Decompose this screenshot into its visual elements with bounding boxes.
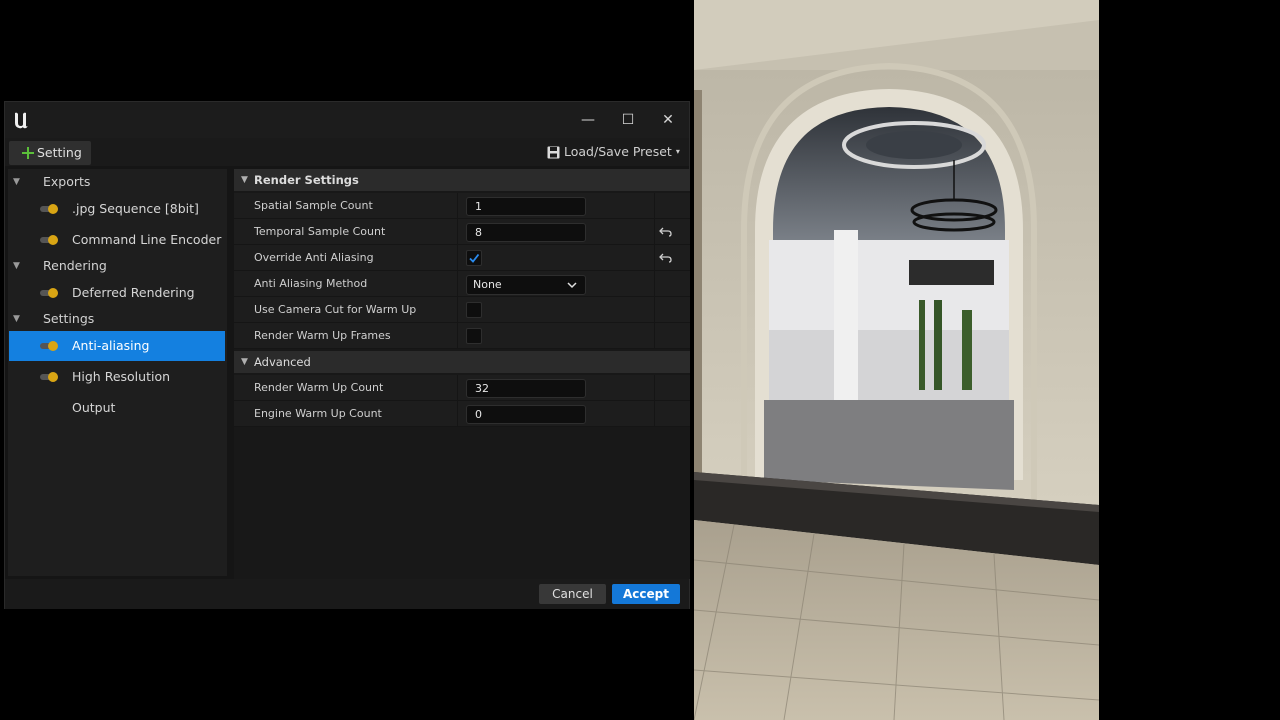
- collapse-triangle-icon: ▼: [241, 175, 248, 185]
- viewport-render-image: [694, 0, 1099, 720]
- movie-render-settings-dialog: — ☐ ✕ Setting Load/Save Preset ▾ ▼ Expor…: [4, 101, 690, 609]
- tree-item-jpg-sequence[interactable]: .jpg Sequence [8bit]: [9, 194, 225, 224]
- toggle-icon[interactable]: [40, 341, 60, 351]
- accept-button[interactable]: Accept: [612, 584, 680, 604]
- row-anti-aliasing-method: Anti Aliasing Method None: [234, 271, 690, 297]
- tree-item-deferred-rendering[interactable]: Deferred Rendering: [9, 278, 225, 308]
- load-save-preset-button[interactable]: Load/Save Preset ▾: [547, 141, 680, 163]
- collapse-triangle-icon: ▼: [13, 314, 20, 324]
- maximize-button[interactable]: ☐: [616, 110, 640, 130]
- toggle-icon[interactable]: [40, 372, 60, 382]
- tree-item-output[interactable]: Output: [9, 393, 225, 423]
- reset-to-default-icon[interactable]: [659, 225, 673, 239]
- level-viewport[interactable]: [694, 0, 1099, 720]
- row-engine-warm-up-count: Engine Warm Up Count 0: [234, 401, 690, 427]
- dialog-footer: Cancel Accept: [5, 579, 689, 609]
- use-camera-cut-checkbox[interactable]: [466, 302, 482, 318]
- screen: — ☐ ✕ Setting Load/Save Preset ▾ ▼ Expor…: [0, 0, 1280, 720]
- row-use-camera-cut: Use Camera Cut for Warm Up: [234, 297, 690, 323]
- toggle-icon[interactable]: [40, 235, 60, 245]
- reset-to-default-icon[interactable]: [659, 251, 673, 265]
- render-warm-up-count-input[interactable]: 32: [466, 379, 586, 398]
- chevron-down-icon: ▾: [675, 147, 680, 156]
- title-bar[interactable]: — ☐ ✕: [5, 102, 689, 138]
- unreal-engine-logo-icon: [10, 109, 32, 131]
- toggle-icon[interactable]: [40, 288, 60, 298]
- anti-aliasing-method-value: None: [473, 278, 502, 291]
- chevron-down-icon: [567, 282, 577, 289]
- override-anti-aliasing-checkbox[interactable]: [466, 250, 482, 266]
- cancel-button[interactable]: Cancel: [539, 584, 606, 604]
- collapse-triangle-icon: ▼: [241, 357, 248, 367]
- anti-aliasing-method-select[interactable]: None: [466, 275, 586, 295]
- add-setting-button[interactable]: Setting: [9, 141, 91, 165]
- row-temporal-sample-count: Temporal Sample Count 8: [234, 219, 690, 245]
- tree-item-high-resolution[interactable]: High Resolution: [9, 362, 225, 392]
- collapse-triangle-icon: ▼: [13, 261, 20, 271]
- toolbar: Setting Load/Save Preset ▾: [5, 138, 689, 166]
- row-override-anti-aliasing: Override Anti Aliasing: [234, 245, 690, 271]
- tree-item-command-line-encoder[interactable]: Command Line Encoder: [9, 225, 225, 255]
- checkmark-icon: [469, 253, 480, 263]
- section-advanced[interactable]: ▼ Advanced: [234, 351, 690, 373]
- collapse-triangle-icon: ▼: [13, 177, 20, 187]
- row-render-warm-up-count: Render Warm Up Count 32: [234, 375, 690, 401]
- close-button[interactable]: ✕: [656, 110, 680, 130]
- row-spatial-sample-count: Spatial Sample Count 1: [234, 193, 690, 219]
- toggle-icon[interactable]: [40, 204, 60, 214]
- section-render-settings[interactable]: ▼ Render Settings: [234, 169, 690, 191]
- save-icon: [547, 146, 560, 158]
- load-save-preset-label: Load/Save Preset: [564, 144, 672, 159]
- render-warm-up-frames-checkbox[interactable]: [466, 328, 482, 344]
- details-panel: ▼ Render Settings Spatial Sample Count 1…: [234, 169, 690, 579]
- temporal-sample-count-input[interactable]: 8: [466, 223, 586, 242]
- minimize-button[interactable]: —: [576, 110, 600, 130]
- engine-warm-up-count-input[interactable]: 0: [466, 405, 586, 424]
- plus-icon: [22, 147, 34, 159]
- tree-item-anti-aliasing[interactable]: Anti-aliasing: [9, 331, 225, 361]
- settings-tree: ▼ Exports .jpg Sequence [8bit] Command L…: [8, 169, 227, 576]
- spatial-sample-count-input[interactable]: 1: [466, 197, 586, 216]
- add-setting-label: Setting: [37, 145, 82, 160]
- row-render-warm-up-frames: Render Warm Up Frames: [234, 323, 690, 349]
